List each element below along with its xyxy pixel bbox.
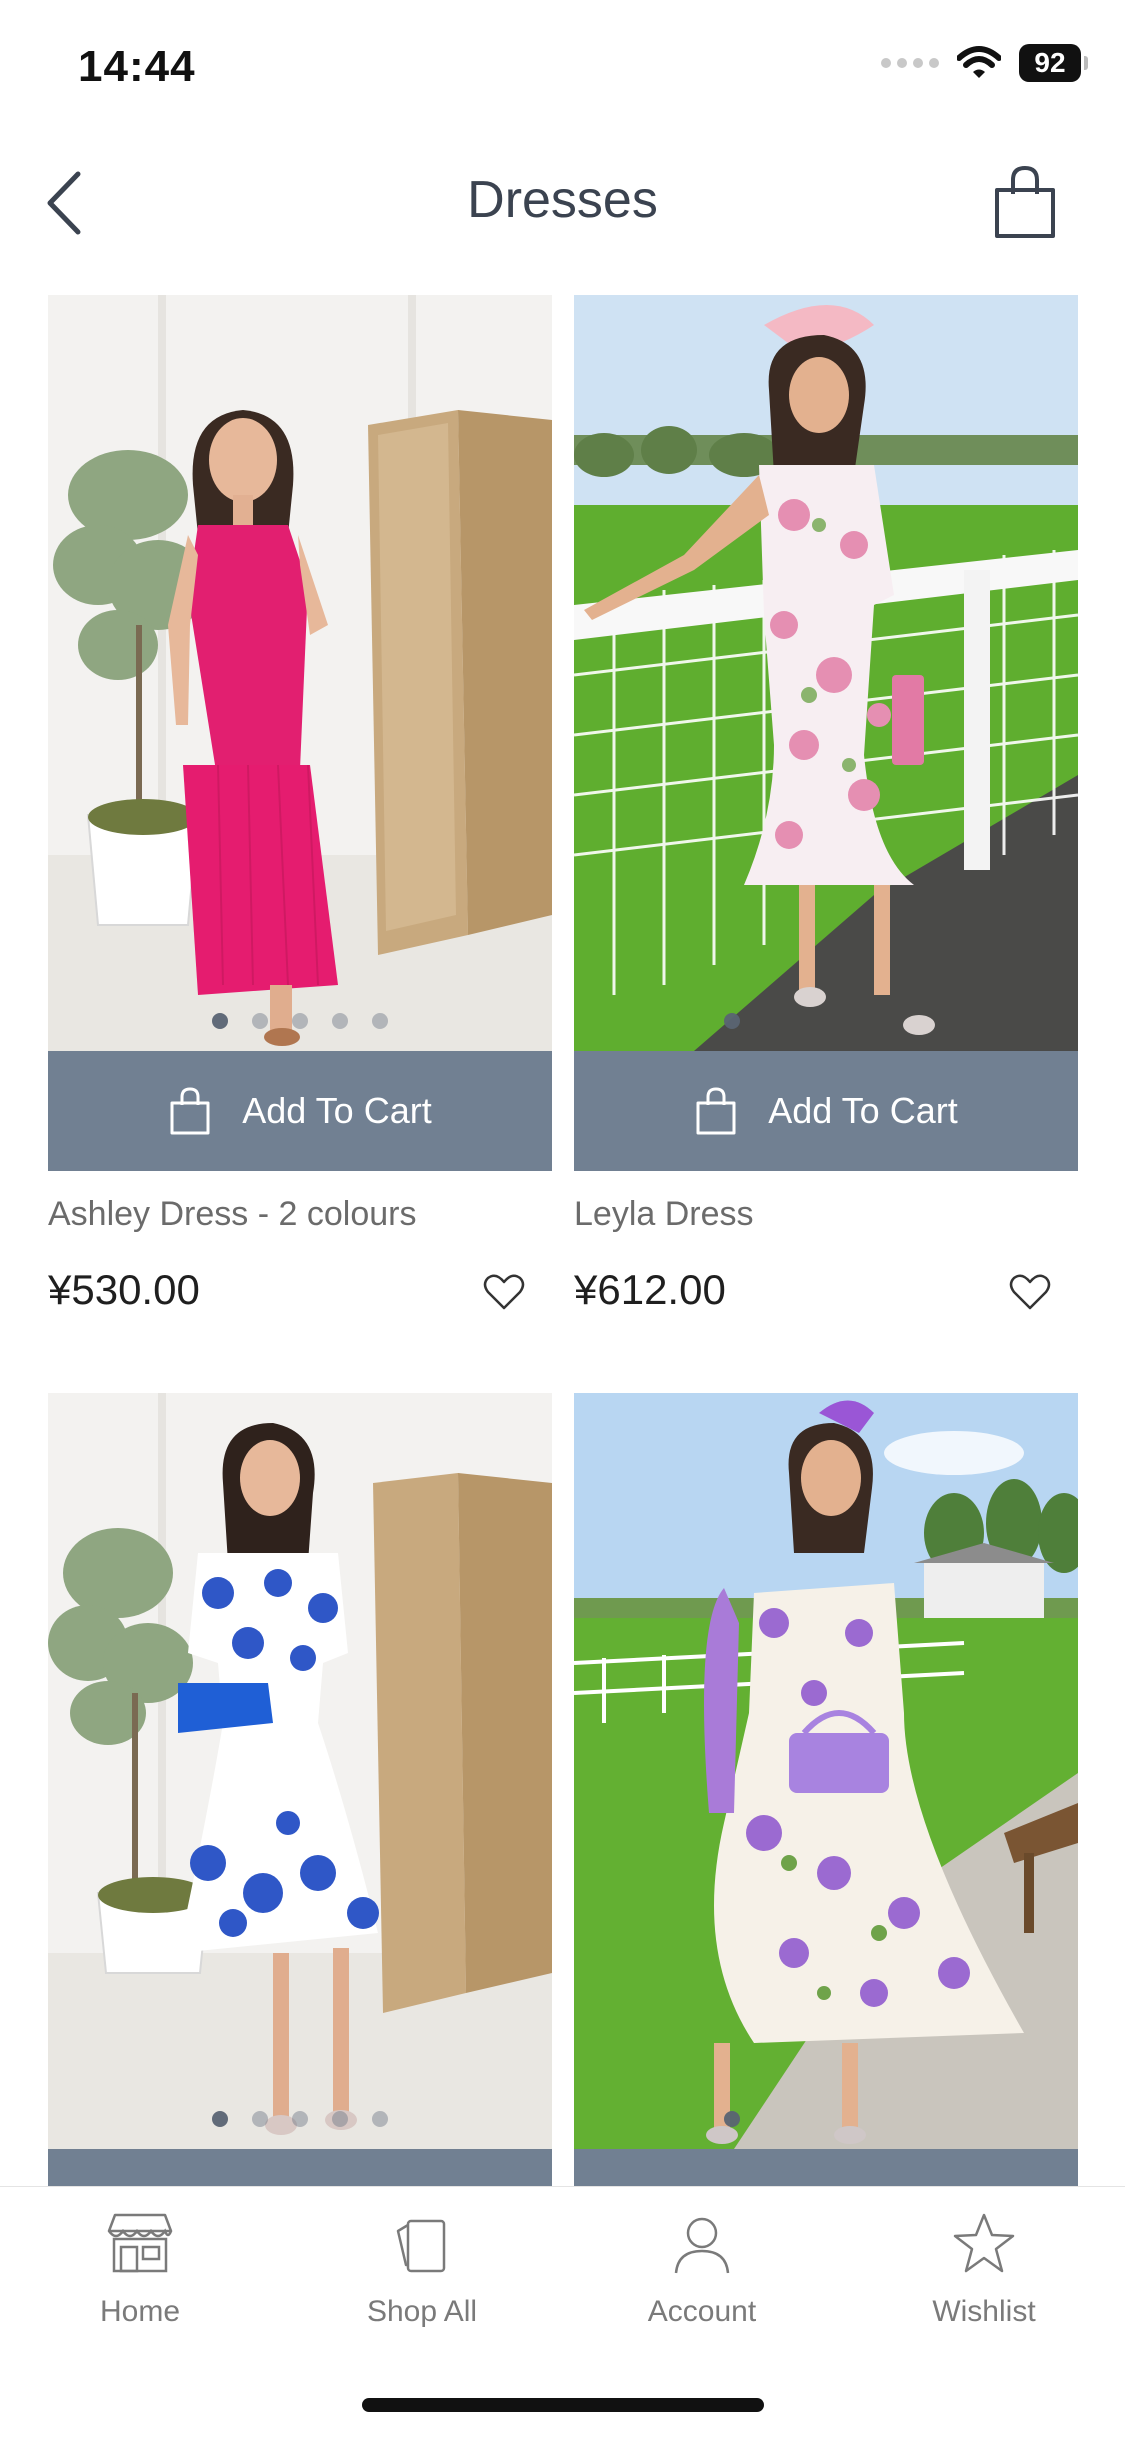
price-row: ¥612.00 [574,1266,1078,1322]
tab-account[interactable]: Account [602,2211,802,2329]
tab-wishlist[interactable]: Wishlist [884,2211,1084,2329]
product-price: ¥612.00 [574,1266,726,1313]
cellular-signal-icon [881,58,939,68]
add-to-cart-label: Add To Cart [242,1090,432,1131]
tab-account-label: Account [647,2295,757,2328]
heart-icon[interactable] [482,1270,526,1314]
image-pagination-dots [574,2111,1078,2127]
add-to-cart-label: Add To Cart [768,1090,958,1131]
product-card[interactable]: Add To Cart Ashley Dress - 2 colours ¥53… [48,295,552,1322]
status-bar: 14:44 92 [0,0,1125,140]
status-icons: 92 [881,44,1088,82]
cart-button[interactable] [985,162,1065,242]
tab-home-label: Home [99,2295,181,2328]
tab-shop-all[interactable]: Shop All [322,2211,522,2329]
product-image[interactable] [574,1393,1078,2149]
page-title: Dresses [467,171,658,229]
shopping-bag-icon [995,165,1055,238]
battery-indicator: 92 [1019,44,1088,82]
product-image[interactable] [574,295,1078,1051]
status-time: 14:44 [78,42,196,91]
product-image[interactable] [48,1393,552,2149]
add-to-cart-button[interactable]: Add To Cart [574,1051,1078,1171]
product-price: ¥530.00 [48,1266,200,1313]
person-icon [674,2217,730,2274]
tag-icon [396,2219,446,2273]
shop-icon [107,2213,173,2273]
home-indicator[interactable] [362,2398,764,2412]
tab-wishlist-label: Wishlist [932,2295,1036,2328]
tab-shop-all-label: Shop All [366,2295,478,2328]
star-icon [953,2213,1015,2273]
product-card[interactable]: Add To Cart Leyla Dress ¥612.00 [574,295,1078,1322]
shopping-bag-icon [696,1087,736,1135]
heart-icon[interactable] [1008,1270,1052,1314]
product-card[interactable] [574,1393,1078,2269]
price-row: ¥530.00 [48,1266,552,1322]
tab-home[interactable]: Home [40,2211,240,2329]
wifi-icon [957,46,1001,78]
image-pagination-dots [48,1013,552,1029]
product-card[interactable] [48,1393,552,2269]
product-image[interactable] [48,295,552,1051]
add-to-cart-button[interactable]: Add To Cart [48,1051,552,1171]
product-name[interactable]: Leyla Dress [574,1195,1078,1234]
shopping-bag-icon [170,1087,210,1135]
product-name[interactable]: Ashley Dress - 2 colours [48,1195,552,1234]
image-pagination-dots [574,1013,1078,1029]
image-pagination-dots [48,2111,552,2127]
navigation-bar: Dresses [0,140,1125,260]
